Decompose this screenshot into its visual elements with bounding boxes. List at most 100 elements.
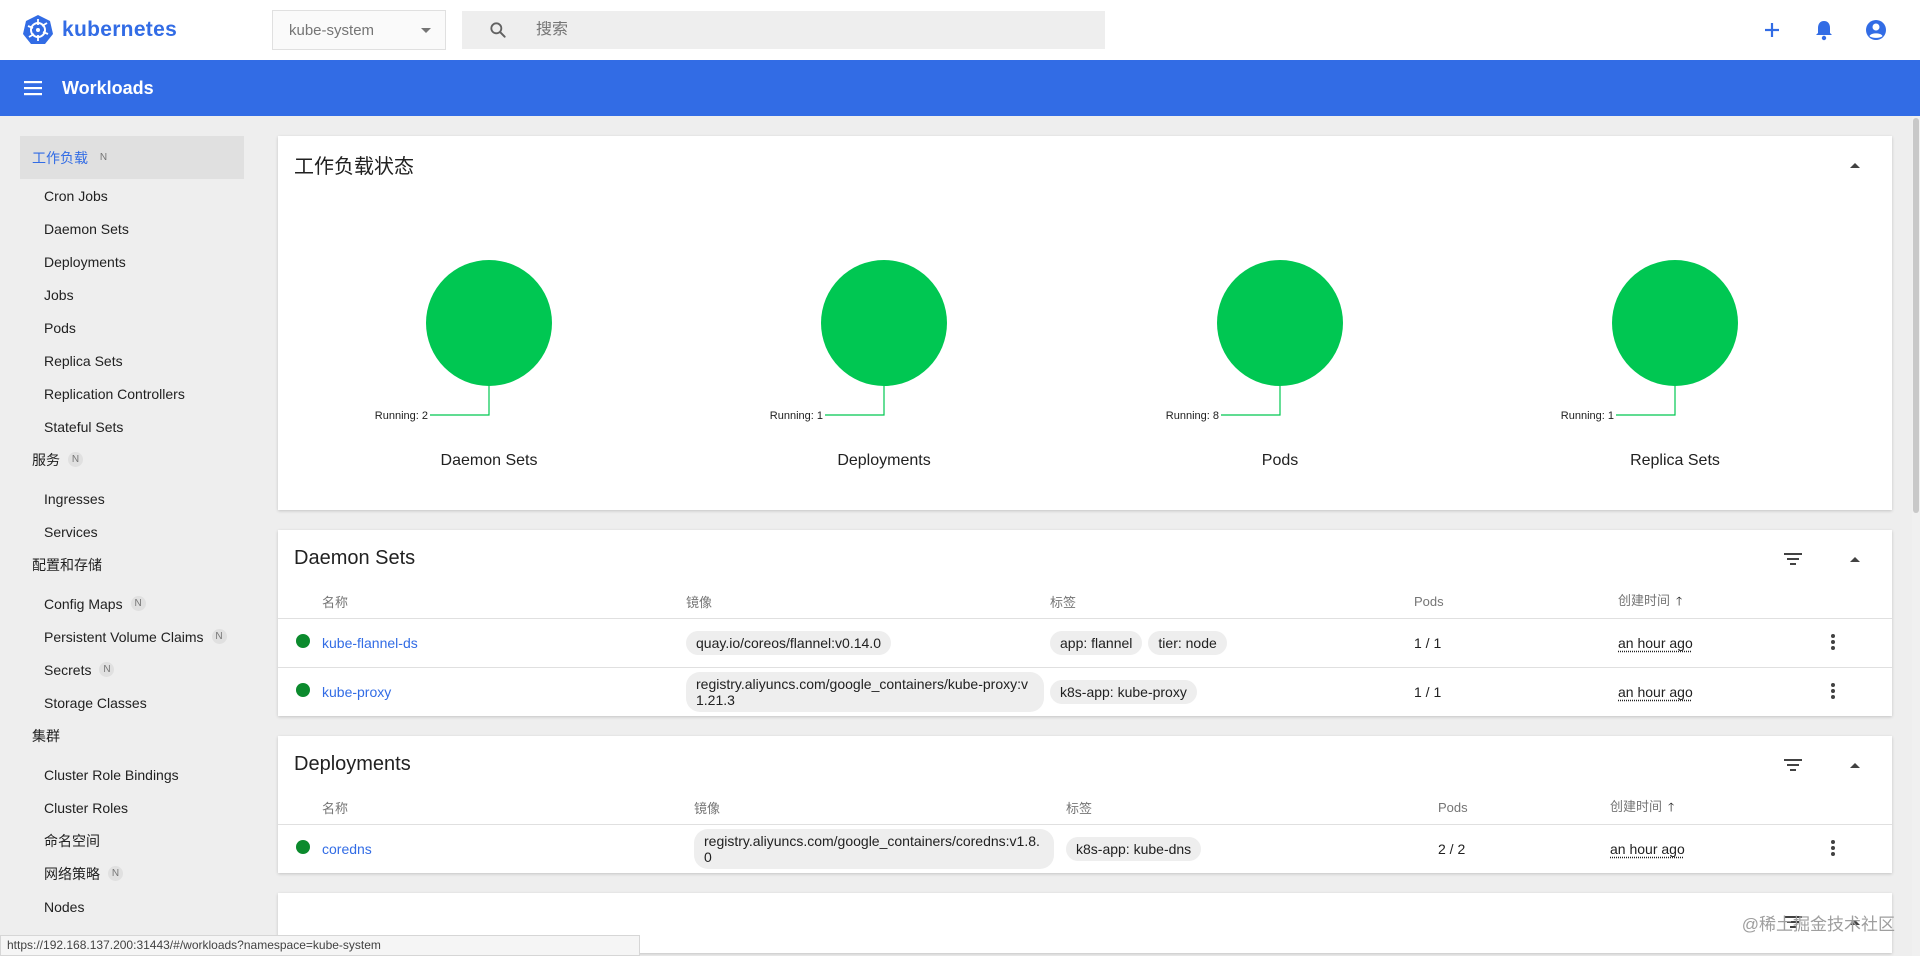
resource-name-link[interactable]: coredns (322, 841, 372, 857)
sidebar-nav: 工作负载 N Cron Jobs Daemon Sets Deployments… (0, 116, 260, 956)
namespace-value: kube-system (289, 21, 375, 39)
collapse-button[interactable] (1844, 154, 1866, 176)
table-header-row: 名称 镜像 标签 Pods 创建时间 🡑 (278, 586, 1892, 619)
chart-label: Pods (1261, 452, 1299, 469)
column-header-labels: 标签 (1066, 792, 1438, 825)
sidebar-item-label: 网络策略 (44, 865, 100, 882)
sidebar-item-label: Pods (44, 319, 76, 336)
sidebar-item-stateful-sets[interactable]: Stateful Sets (0, 410, 260, 443)
sidebar-section-service[interactable]: 服务 N (0, 443, 260, 476)
sidebar-item-label: Secrets (44, 661, 92, 678)
sidebar-section-label: 工作负载 (32, 149, 88, 166)
column-header-labels: 标签 (1050, 586, 1414, 619)
image-chip: registry.aliyuncs.com/google_containers/… (694, 828, 1054, 869)
search-input[interactable] (536, 21, 1096, 39)
sidebar-item-namespaces[interactable]: 命名空间 (0, 824, 260, 857)
top-toolbar: kubernetes kube-system (0, 0, 1920, 60)
table-row[interactable]: coredns registry.aliyuncs.com/google_con… (278, 824, 1892, 873)
sidebar-item-label: Deployments (44, 253, 126, 270)
chart-label: Replica Sets (1630, 452, 1720, 469)
create-button[interactable] (1758, 16, 1786, 44)
workload-status-card: 工作负载状态 Running: 2 Daemon Sets Running: 1… (278, 136, 1892, 510)
sidebar-item-label: Cluster Role Bindings (44, 766, 179, 783)
app-bar: Workloads (0, 60, 1920, 116)
sidebar-item-nodes[interactable]: Nodes (0, 890, 260, 923)
bell-icon (1816, 21, 1832, 41)
card-header: Daemon Sets (278, 530, 1892, 586)
notifications-button[interactable] (1810, 16, 1838, 44)
sidebar-section-label: 服务 (32, 451, 60, 468)
caret-up-icon (1850, 557, 1860, 562)
more-vert-icon[interactable] (1822, 680, 1844, 702)
created-time: an hour ago (1610, 840, 1685, 857)
hamburger-menu-icon[interactable] (22, 77, 44, 99)
pie-slice-running (426, 260, 552, 386)
label-chip: tier: node (1148, 630, 1227, 655)
brand[interactable]: kubernetes (22, 14, 177, 46)
sidebar-item-replica-sets[interactable]: Replica Sets (0, 344, 260, 377)
resource-name-link[interactable]: kube-flannel-ds (322, 635, 418, 651)
pie-leader-line (1221, 386, 1281, 416)
sidebar-section-label: 配置和存储 (32, 556, 102, 573)
sidebar-item-label: Jobs (44, 286, 74, 303)
sidebar-item-cron-jobs[interactable]: Cron Jobs (0, 179, 260, 212)
sidebar-item-cluster-role-bindings[interactable]: Cluster Role Bindings (0, 758, 260, 791)
sidebar-item-secrets[interactable]: Secrets N (0, 653, 260, 686)
column-header-label: 创建时间 (1618, 593, 1671, 609)
sidebar-item-label: Stateful Sets (44, 418, 124, 435)
sidebar-item-daemon-sets[interactable]: Daemon Sets (0, 212, 260, 245)
image-chip: registry.aliyuncs.com/google_containers/… (686, 671, 1044, 712)
sidebar-item-ingresses[interactable]: Ingresses (0, 482, 260, 515)
sidebar-item-label: Replication Controllers (44, 385, 185, 402)
sidebar-item-replication-controllers[interactable]: Replication Controllers (0, 377, 260, 410)
column-header-created[interactable]: 创建时间 🡑 (1618, 586, 1822, 619)
collapse-button[interactable] (1844, 548, 1866, 570)
sidebar-item-pods[interactable]: Pods (0, 311, 260, 344)
sidebar-section-workloads[interactable]: 工作负载 N (20, 136, 244, 179)
scrollbar-thumb[interactable] (1913, 118, 1919, 513)
account-button[interactable] (1862, 16, 1890, 44)
sidebar-section-config-storage[interactable]: 配置和存储 (0, 548, 260, 581)
sidebar-item-network-policies[interactable]: 网络策略 N (0, 857, 260, 890)
status-chart-daemon-sets: Running: 2 Daemon Sets (338, 192, 598, 510)
column-header-name[interactable]: 名称 (322, 586, 686, 619)
card-header: 工作负载状态 (278, 136, 1892, 192)
table-row[interactable]: kube-flannel-ds quay.io/coreos/flannel:v… (278, 618, 1892, 668)
column-header-pods: Pods (1438, 792, 1610, 825)
filter-list-icon (1784, 553, 1802, 565)
namespaced-badge: N (108, 866, 123, 881)
filter-list-icon (1784, 759, 1802, 771)
image-chip: quay.io/coreos/flannel:v0.14.0 (686, 630, 891, 655)
filter-button[interactable] (1782, 754, 1804, 776)
sidebar-item-deployments[interactable]: Deployments (0, 245, 260, 278)
sidebar-item-services[interactable]: Services (0, 515, 260, 548)
more-vert-icon[interactable] (1822, 837, 1844, 859)
column-header-name[interactable]: 名称 (322, 792, 694, 825)
sidebar-item-storage-classes[interactable]: Storage Classes (0, 686, 260, 719)
filter-button[interactable] (1782, 548, 1804, 570)
sidebar-item-cluster-roles[interactable]: Cluster Roles (0, 791, 260, 824)
sidebar-item-config-maps[interactable]: Config Maps N (0, 587, 260, 620)
status-ok-icon (296, 634, 310, 648)
table-row[interactable]: kube-proxy registry.aliyuncs.com/google_… (278, 667, 1892, 716)
column-header-image: 镜像 (694, 792, 1066, 825)
column-header-image: 镜像 (686, 586, 1050, 619)
search-bar[interactable] (462, 11, 1105, 49)
sidebar-item-persistent-volume-claims[interactable]: Persistent Volume Claims N (0, 620, 260, 653)
label-chip: app: flannel (1050, 630, 1143, 655)
pie-slice-running (1612, 260, 1738, 386)
watermark: @稀土掘金技术社区 (1741, 915, 1895, 934)
card-title: Daemon Sets (294, 546, 416, 569)
pie-chart: Running: 8 (1166, 260, 1343, 422)
column-header-created[interactable]: 创建时间 🡑 (1610, 792, 1822, 825)
more-vert-icon[interactable] (1822, 631, 1844, 653)
resource-name-link[interactable]: kube-proxy (322, 684, 391, 700)
collapse-button[interactable] (1844, 754, 1866, 776)
namespace-select[interactable]: kube-system (272, 10, 446, 50)
sidebar-section-cluster[interactable]: 集群 (0, 719, 260, 752)
caret-down-icon (421, 28, 431, 33)
sidebar-item-label: Nodes (44, 898, 85, 915)
chart-label: Daemon Sets (440, 452, 538, 469)
sidebar-item-jobs[interactable]: Jobs (0, 278, 260, 311)
pie-annotation: Running: 8 (1166, 410, 1219, 422)
